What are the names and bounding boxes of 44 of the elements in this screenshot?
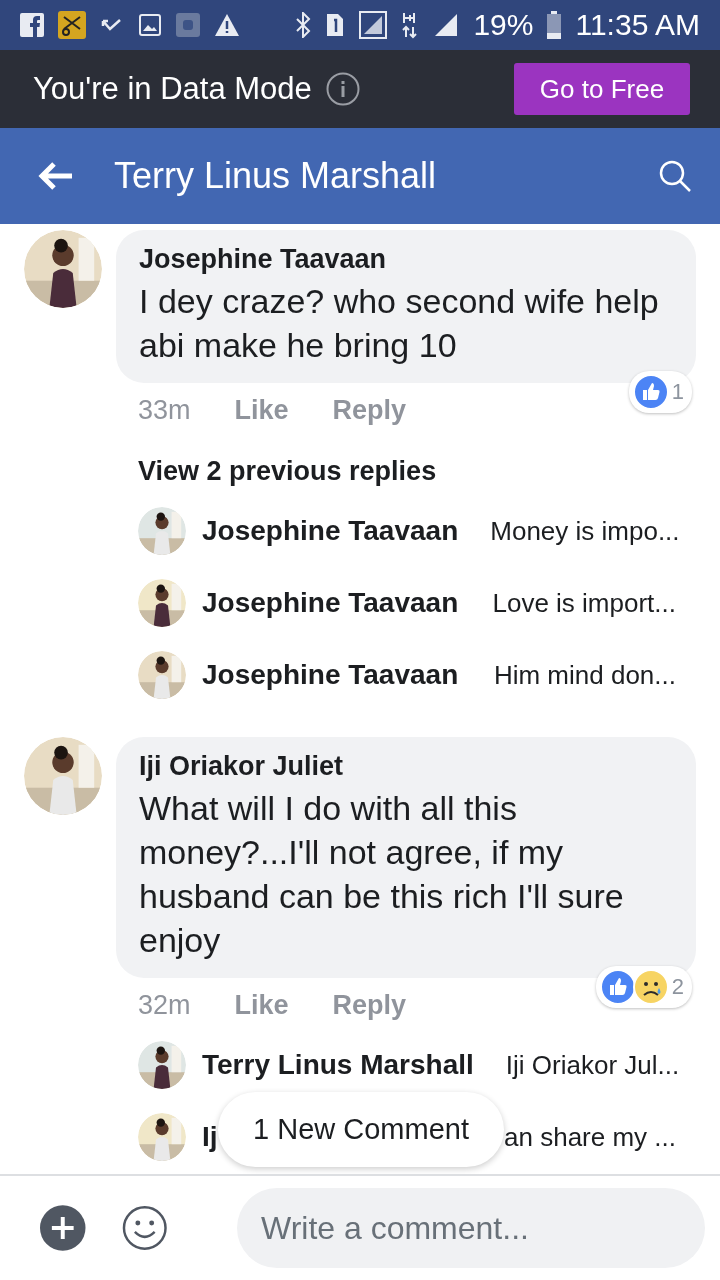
facebook-icon xyxy=(20,13,44,37)
info-icon[interactable] xyxy=(325,72,360,106)
search-icon[interactable] xyxy=(658,159,692,193)
battery-percentage: 19% xyxy=(473,8,534,42)
comment-time: 32m xyxy=(138,990,191,1021)
warning-icon xyxy=(214,13,240,37)
reply-author[interactable]: Josephine Taavaan xyxy=(202,515,459,547)
reply-author[interactable]: Ij xyxy=(202,1121,218,1153)
comment-author[interactable]: Iji Oriakor Juliet xyxy=(139,751,673,782)
reply-author[interactable]: Terry Linus Marshall xyxy=(202,1049,474,1081)
comment-author[interactable]: Josephine Taavaan xyxy=(139,244,673,275)
reply-text: Him mind don... xyxy=(493,659,676,691)
back-arrow-icon[interactable] xyxy=(38,161,74,191)
comment-text: What will I do with all this money?...I'll not agree, if my husband can be this rich I'll sure enjoy xyxy=(139,788,625,961)
go-to-free-button[interactable]: Go to Free xyxy=(514,63,690,115)
comment-text: I dey craze? who second wife help abi make he bring 10 xyxy=(139,281,660,366)
reply-text: Love is import... xyxy=(492,587,676,619)
reply-author[interactable]: Josephine Taavaan xyxy=(202,659,459,691)
new-comment-toast[interactable]: 1 New Comment xyxy=(218,1092,504,1167)
reaction-count: 1 xyxy=(671,379,684,405)
thumbs-up-icon xyxy=(632,374,669,410)
clock: 11:35 AM xyxy=(575,8,700,42)
bluetooth-icon xyxy=(295,12,312,38)
data-mode-text: You're in Data Mode xyxy=(33,71,312,107)
signal-icon xyxy=(359,11,388,39)
sim-card-icon xyxy=(325,12,346,38)
image-icon xyxy=(138,13,162,37)
comment-time: 33m xyxy=(138,395,191,426)
reply-text: Iji Oriakor Jul... xyxy=(505,1049,680,1081)
thumbs-up-icon xyxy=(599,969,636,1005)
comment-input[interactable]: Write a comment... xyxy=(237,1188,705,1268)
sad-face-icon xyxy=(632,969,669,1005)
reply-text: Money is impo... xyxy=(490,515,680,547)
smiley-icon[interactable] xyxy=(121,1205,167,1251)
scissors-icon xyxy=(58,11,86,39)
network-icon xyxy=(401,11,420,39)
plus-icon[interactable] xyxy=(40,1205,86,1251)
reply-text: an share my ... xyxy=(504,1121,676,1153)
signal-icon xyxy=(433,12,460,38)
view-previous-replies-link[interactable]: View 2 previous replies xyxy=(138,456,437,487)
battery-icon xyxy=(547,11,562,39)
reaction-count: 2 xyxy=(671,974,684,1000)
page-title: Terry Linus Marshall xyxy=(114,155,437,197)
reply-author[interactable]: Josephine Taavaan xyxy=(202,587,459,619)
